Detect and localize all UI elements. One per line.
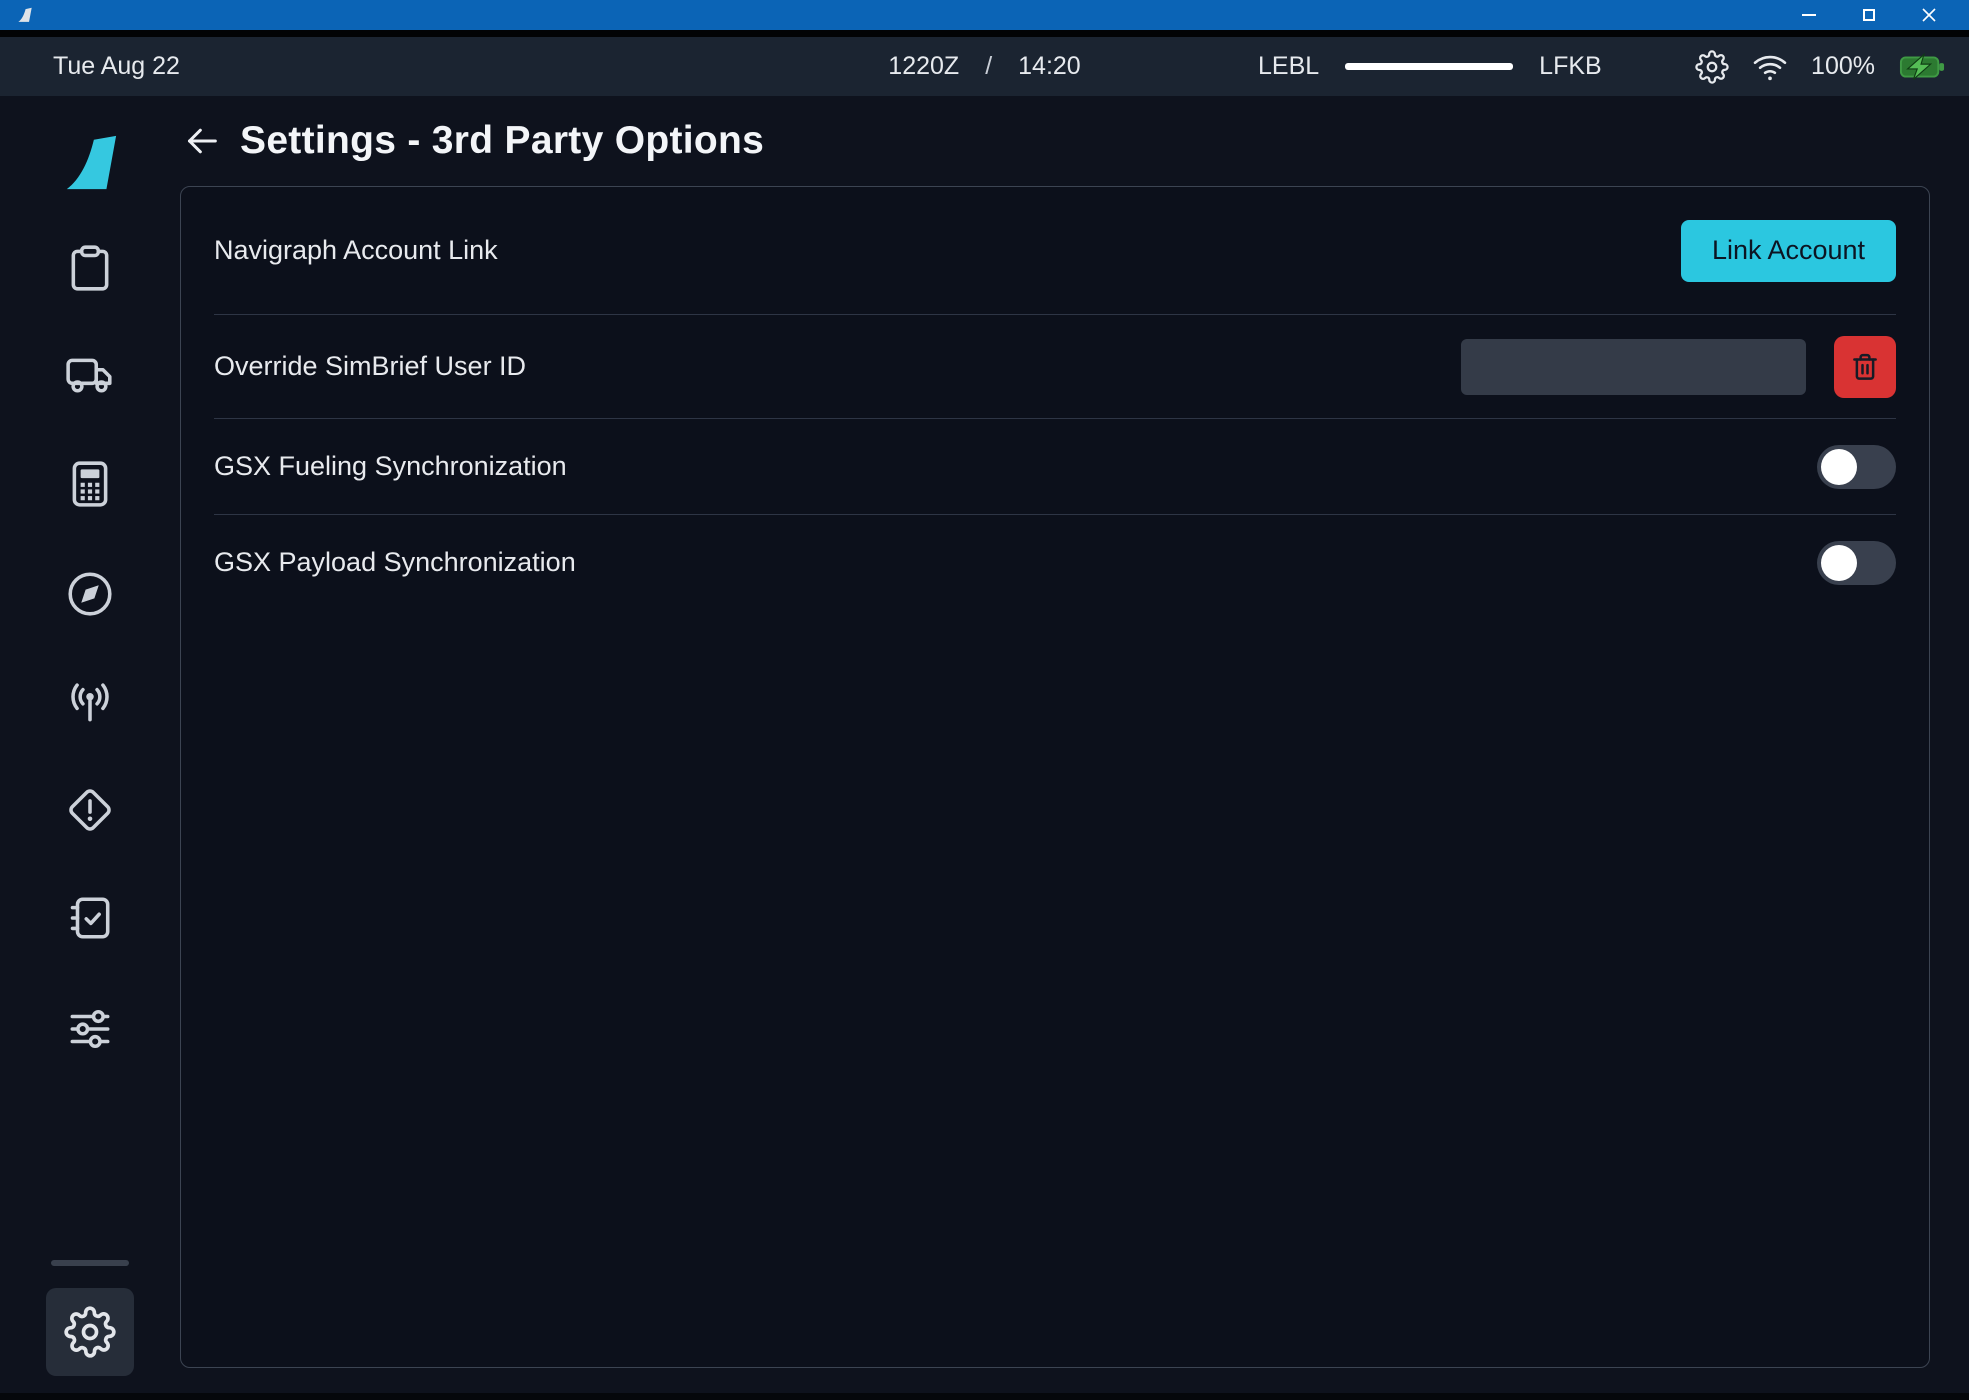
sliders-icon bbox=[65, 1004, 115, 1054]
sidebar-item-calculator[interactable] bbox=[63, 457, 117, 511]
sidebar-item-antenna[interactable] bbox=[63, 676, 117, 730]
statusbar-time-separator: / bbox=[985, 52, 992, 81]
back-button[interactable] bbox=[180, 119, 224, 163]
warning-diamond-icon bbox=[65, 785, 115, 835]
arrow-left-icon bbox=[182, 121, 222, 161]
route-progress-bar bbox=[1345, 63, 1513, 70]
titlebar-divider bbox=[0, 30, 1969, 37]
settings-gear-icon bbox=[64, 1306, 116, 1358]
truck-icon bbox=[65, 351, 115, 401]
close-button[interactable] bbox=[1917, 3, 1941, 27]
wifi-icon bbox=[1753, 50, 1787, 84]
settings-row-simbrief: Override SimBrief User ID bbox=[214, 315, 1896, 419]
settings-row-gsx-payload: GSX Payload Synchronization bbox=[214, 515, 1896, 610]
maximize-icon bbox=[1863, 9, 1875, 21]
link-account-button[interactable]: Link Account bbox=[1681, 220, 1896, 282]
fenix-logo-icon bbox=[61, 132, 119, 194]
navigraph-label: Navigraph Account Link bbox=[214, 235, 498, 266]
minimize-button[interactable] bbox=[1797, 3, 1821, 27]
efb-app-window: Tue Aug 22 1220Z / 14:20 LEBL LFKB bbox=[0, 0, 1969, 1400]
sidebar bbox=[0, 96, 180, 1400]
settings-panel: Navigraph Account Link Link Account Over… bbox=[180, 186, 1930, 1368]
battery-charging-icon bbox=[1899, 53, 1945, 81]
sidebar-item-settings[interactable] bbox=[46, 1288, 134, 1376]
maximize-button[interactable] bbox=[1857, 3, 1881, 27]
statusbar-date: Tue Aug 22 bbox=[53, 37, 180, 96]
sidebar-item-warnings[interactable] bbox=[63, 783, 117, 837]
battery-percent: 100% bbox=[1811, 52, 1875, 81]
route-destination: LFKB bbox=[1539, 52, 1602, 81]
gsx-payload-label: GSX Payload Synchronization bbox=[214, 547, 576, 578]
sidebar-item-truck[interactable] bbox=[63, 349, 117, 403]
statusbar-utc-time: 1220Z bbox=[888, 52, 959, 81]
toggle-knob bbox=[1821, 449, 1857, 485]
sidebar-item-clipboard[interactable] bbox=[63, 241, 117, 295]
gsx-payload-toggle[interactable] bbox=[1817, 541, 1896, 585]
efb-statusbar: Tue Aug 22 1220Z / 14:20 LEBL LFKB bbox=[0, 37, 1969, 96]
simbrief-label: Override SimBrief User ID bbox=[214, 351, 526, 382]
page-title: Settings - 3rd Party Options bbox=[240, 119, 764, 163]
window-bottom-edge bbox=[0, 1393, 1969, 1400]
statusbar-gear-icon[interactable] bbox=[1695, 50, 1729, 84]
settings-row-gsx-fueling: GSX Fueling Synchronization bbox=[214, 419, 1896, 515]
app-window-icon bbox=[16, 6, 36, 24]
statusbar-local-time: 14:20 bbox=[1018, 52, 1081, 81]
sidebar-item-compass[interactable] bbox=[63, 567, 117, 621]
trash-icon bbox=[1850, 352, 1880, 382]
gsx-fueling-toggle[interactable] bbox=[1817, 445, 1896, 489]
minimize-icon bbox=[1802, 14, 1816, 16]
sidebar-item-checklist[interactable] bbox=[63, 891, 117, 945]
window-titlebar[interactable] bbox=[0, 0, 1969, 30]
calculator-icon bbox=[65, 459, 115, 509]
settings-row-navigraph: Navigraph Account Link Link Account bbox=[214, 187, 1896, 315]
sidebar-item-options[interactable] bbox=[63, 1002, 117, 1056]
clipboard-icon bbox=[65, 243, 115, 293]
simbrief-id-input[interactable] bbox=[1461, 339, 1806, 395]
checklist-notebook-icon bbox=[65, 893, 115, 943]
page-header: Settings - 3rd Party Options bbox=[180, 96, 1930, 186]
sidebar-divider bbox=[51, 1260, 129, 1266]
toggle-knob bbox=[1821, 545, 1857, 581]
route-origin: LEBL bbox=[1258, 52, 1319, 81]
antenna-broadcast-icon bbox=[65, 678, 115, 728]
clear-simbrief-button[interactable] bbox=[1834, 336, 1896, 398]
compass-icon bbox=[65, 569, 115, 619]
gsx-fueling-label: GSX Fueling Synchronization bbox=[214, 451, 567, 482]
close-icon bbox=[1921, 7, 1937, 23]
